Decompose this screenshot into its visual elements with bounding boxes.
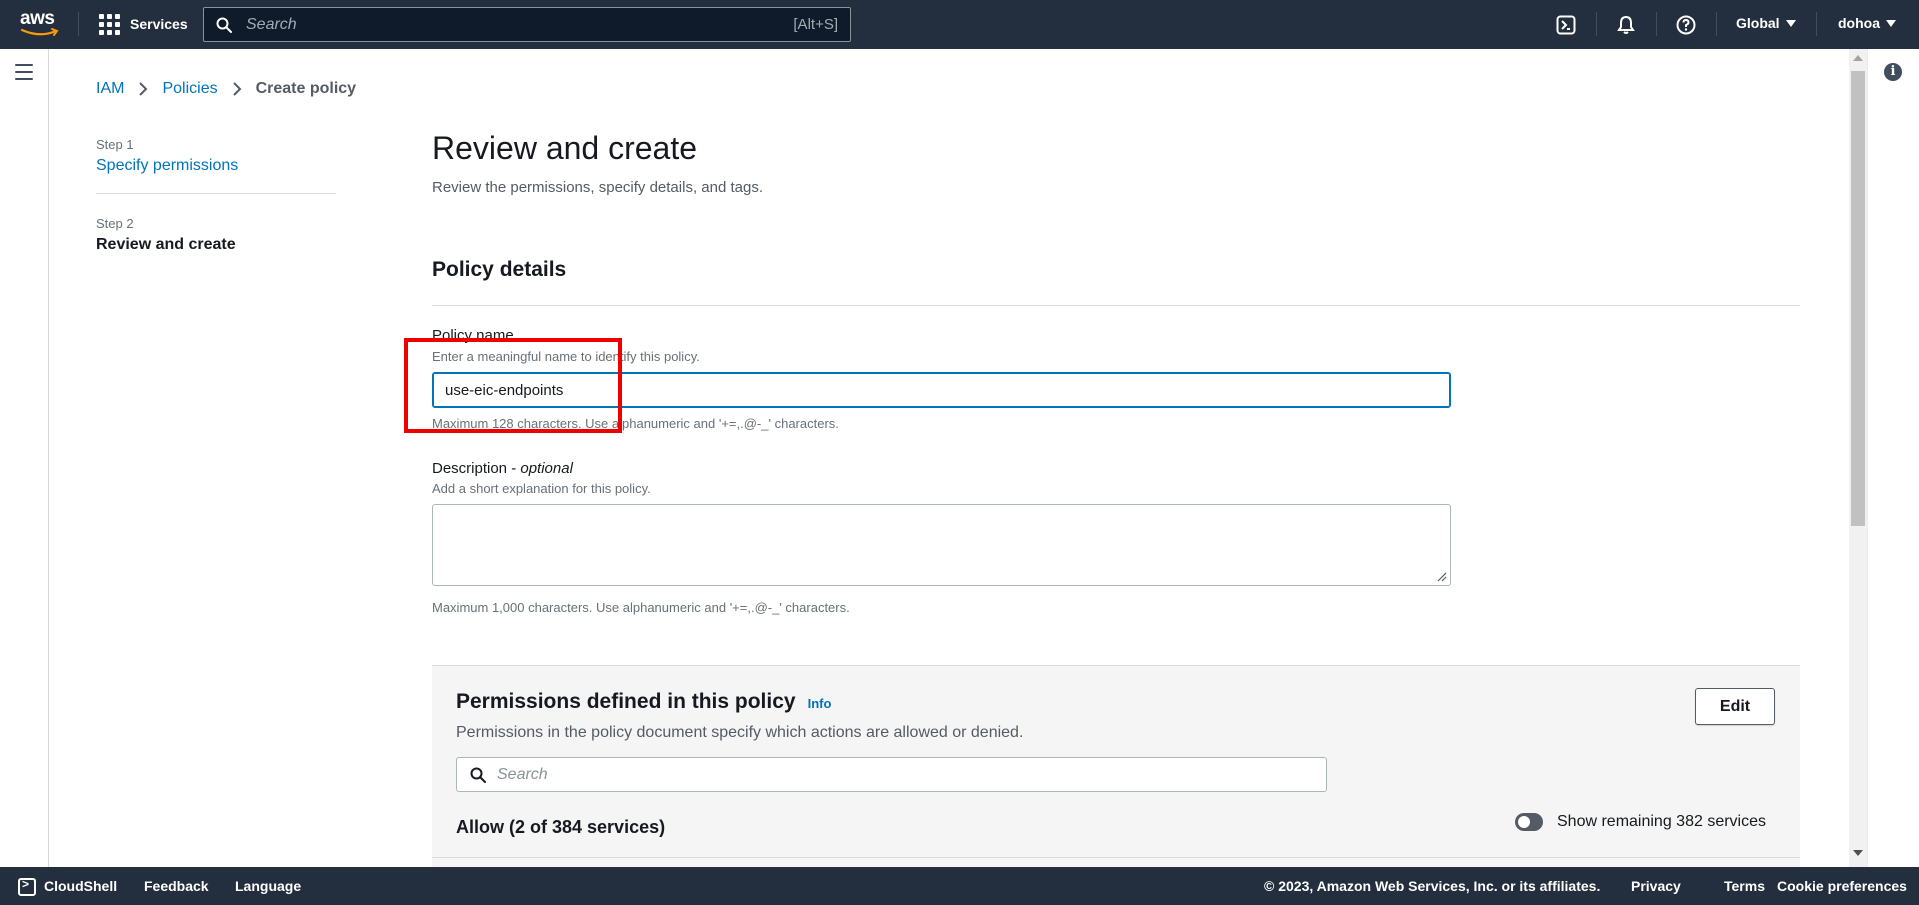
wizard-steps: Step 1 Specify permissions Step 2 Review… [96,137,336,254]
toggle-label: Show remaining 382 services [1557,813,1766,830]
footer-cookie-preferences[interactable]: Cookie preferences [1777,878,1907,894]
search-icon [216,17,232,33]
global-search-placeholder: Search [246,15,297,33]
breadcrumb-iam[interactable]: IAM [96,80,124,98]
footer-terms[interactable]: Terms [1724,878,1765,894]
aws-logo[interactable]: aws [20,8,60,40]
page-scrollbar[interactable] [1849,49,1867,867]
scroll-up-arrow[interactable] [1853,55,1863,61]
aws-logo-text: aws [20,8,55,29]
section-divider [432,305,1800,306]
menu-icon[interactable] [15,64,33,85]
search-icon [470,767,486,783]
step-1-link[interactable]: Specify permissions [96,157,336,175]
show-remaining-toggle[interactable]: Show remaining 382 services [1515,813,1766,831]
services-label: Services [130,16,188,32]
account-menu[interactable]: dohoa [1838,15,1896,31]
bell-icon[interactable] [1614,13,1638,37]
cloudshell-icon[interactable] [18,877,36,896]
permissions-search-input[interactable]: Search [456,757,1327,792]
chevron-right-icon [232,81,242,97]
breadcrumb: IAM Policies Create policy [96,80,356,98]
caret-down-icon [1886,19,1896,27]
permissions-heading: Permissions defined in this policy Info [456,690,831,714]
search-shortcut: [Alt+S] [793,16,838,33]
permissions-panel: Permissions defined in this policy Info … [432,666,1800,867]
permissions-info-link[interactable]: Info [808,696,832,711]
policy-name-constraint: Maximum 128 characters. Use alphanumeric… [432,416,839,431]
region-label: Global [1736,15,1780,31]
scroll-down-arrow[interactable] [1853,850,1863,856]
policy-name-input[interactable] [432,372,1451,408]
nav-divider [1816,12,1817,36]
side-navigation-rail [0,49,49,867]
policy-name-description: Enter a meaningful name to identify this… [432,349,700,364]
global-search-bar[interactable]: Search [Alt+S] [203,7,851,42]
page-subtitle: Review the permissions, specify details,… [432,179,763,196]
cloudshell-icon[interactable] [1554,13,1578,37]
footer-language[interactable]: Language [235,878,301,894]
description-label: Description - optional [432,460,573,477]
breadcrumb-policies[interactable]: Policies [162,80,217,98]
nav-divider [1716,12,1717,36]
scrollbar-thumb[interactable] [1851,71,1865,526]
allow-services-heading: Allow (2 of 384 services) [456,817,666,837]
nav-divider [78,12,79,36]
page-header: Review and create Review the permissions… [432,130,1800,196]
nav-divider [1596,12,1597,36]
policy-details-heading: Policy details [432,258,567,281]
aws-smile-icon [20,28,59,36]
nav-divider [1656,12,1657,36]
permissions-search-placeholder: Search [497,765,548,783]
services-grid-icon [99,13,120,35]
chevron-right-icon [138,81,148,97]
optional-label: optional [520,460,573,477]
description-help: Add a short explanation for this policy. [432,481,651,496]
step-2-label: Step 2 [96,216,134,231]
description-textarea[interactable] [432,504,1451,586]
services-menu-button[interactable]: Services [99,12,188,36]
tools-panel-rail: i [1867,49,1919,867]
resize-grip-icon[interactable] [1437,572,1447,582]
footer-feedback[interactable]: Feedback [144,878,209,894]
section-divider [432,857,1800,858]
description-label-text: Description - [432,460,521,477]
caret-down-icon [1785,19,1796,27]
edit-button[interactable]: Edit [1695,688,1775,725]
account-label: dohoa [1838,15,1880,31]
footer-privacy[interactable]: Privacy [1631,878,1681,894]
footer-bar: CloudShell Feedback Language © 2023, Ama… [0,867,1919,905]
help-icon[interactable] [1674,13,1698,37]
description-constraint: Maximum 1,000 characters. Use alphanumer… [432,600,850,615]
footer-copyright: © 2023, Amazon Web Services, Inc. or its… [1264,878,1601,894]
step-1-label: Step 1 [96,137,134,152]
info-icon[interactable]: i [1884,63,1902,81]
policy-name-label: Policy name [432,327,514,344]
breadcrumb-current: Create policy [255,80,357,97]
step-divider [96,193,336,194]
top-navigation: aws Services Search [Alt+S] Global dohoa [0,0,1919,49]
region-selector[interactable]: Global [1736,15,1796,31]
step-2-current: Review and create [96,236,236,253]
footer-cloudshell[interactable]: CloudShell [44,878,117,894]
permissions-title: Permissions defined in this policy [456,690,796,713]
toggle-switch[interactable] [1515,813,1543,831]
permissions-description: Permissions in the policy document speci… [456,724,1024,741]
page-title: Review and create [432,130,698,166]
